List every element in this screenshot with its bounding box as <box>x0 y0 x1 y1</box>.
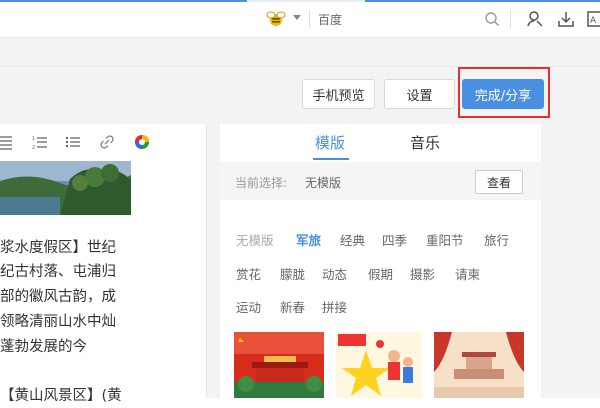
tag-seasons[interactable]: 四季 <box>382 230 407 249</box>
article-line: 领略清丽山水中灿 <box>0 314 116 330</box>
tag-classic[interactable]: 经典 <box>340 230 365 249</box>
bee-icon[interactable] <box>266 10 286 28</box>
tab-template[interactable]: 模版 <box>315 132 345 153</box>
article-line: 纪古村落、屯浦归 <box>0 264 116 280</box>
tag-travel[interactable]: 旅行 <box>484 230 509 249</box>
svg-text:1: 1 <box>32 136 35 142</box>
user-icon[interactable] <box>525 9 545 29</box>
icon-separator <box>510 10 511 28</box>
tag-hazy[interactable]: 朦胧 <box>280 264 305 283</box>
article-line: 蓬勃发展的今 <box>0 339 87 355</box>
current-selection-value: 无模版 <box>305 176 342 190</box>
panel-gutter <box>207 124 220 398</box>
template-thumb-tiananmen[interactable] <box>234 332 324 398</box>
search-separator <box>309 10 310 28</box>
search-icon[interactable] <box>484 11 500 27</box>
highlight-box <box>458 67 550 118</box>
search-engine-label[interactable]: 百度 <box>318 11 342 28</box>
active-tab-underline <box>313 158 349 160</box>
article-line: 部的徽风古韵，成 <box>0 289 116 305</box>
tag-photography[interactable]: 摄影 <box>410 264 435 283</box>
format-toolbar: 1 2 <box>0 126 206 156</box>
translate-icon[interactable]: A <box>586 9 600 29</box>
phone-preview-button[interactable]: 手机预览 <box>302 79 375 109</box>
unordered-list-icon[interactable] <box>65 134 81 150</box>
tag-holiday[interactable]: 假期 <box>368 264 393 283</box>
template-thumb-retro-tiananmen[interactable] <box>434 332 524 398</box>
svg-text:A: A <box>590 16 597 26</box>
color-picker-icon[interactable] <box>134 134 150 150</box>
current-selection-label: 当前选择: <box>235 176 288 190</box>
svg-text:2: 2 <box>32 145 35 150</box>
article-photo[interactable] <box>0 161 131 215</box>
settings-button[interactable]: 设置 <box>384 79 455 109</box>
tag-flowers[interactable]: 赏花 <box>236 264 261 283</box>
align-icon[interactable] <box>0 134 16 150</box>
tab-accent-gap <box>247 0 365 2</box>
download-icon[interactable] <box>556 9 576 29</box>
tag-chongyang[interactable]: 重阳节 <box>426 230 464 249</box>
panel-gutter-right <box>541 124 600 398</box>
tag-collage[interactable]: 拼接 <box>322 297 347 316</box>
view-button[interactable]: 查看 <box>475 170 523 194</box>
tag-no-template[interactable]: 无模版 <box>236 230 274 249</box>
tag-sports[interactable]: 运动 <box>236 297 261 316</box>
chevron-down-icon[interactable] <box>293 15 301 20</box>
link-icon[interactable] <box>99 134 115 150</box>
tag-spring-festival[interactable]: 新春 <box>280 297 305 316</box>
ordered-list-icon[interactable]: 1 2 <box>32 134 48 150</box>
article-line: 【黄山风景区】(黄 <box>0 388 122 404</box>
tag-military[interactable]: 军旅 <box>296 230 321 249</box>
article-line: 浆水度假区】世纪 <box>0 240 116 256</box>
template-thumb-national-day[interactable] <box>336 332 422 398</box>
tag-dynamic[interactable]: 动态 <box>322 264 347 283</box>
tab-music[interactable]: 音乐 <box>410 132 440 153</box>
tag-invitation[interactable]: 请柬 <box>455 264 480 283</box>
